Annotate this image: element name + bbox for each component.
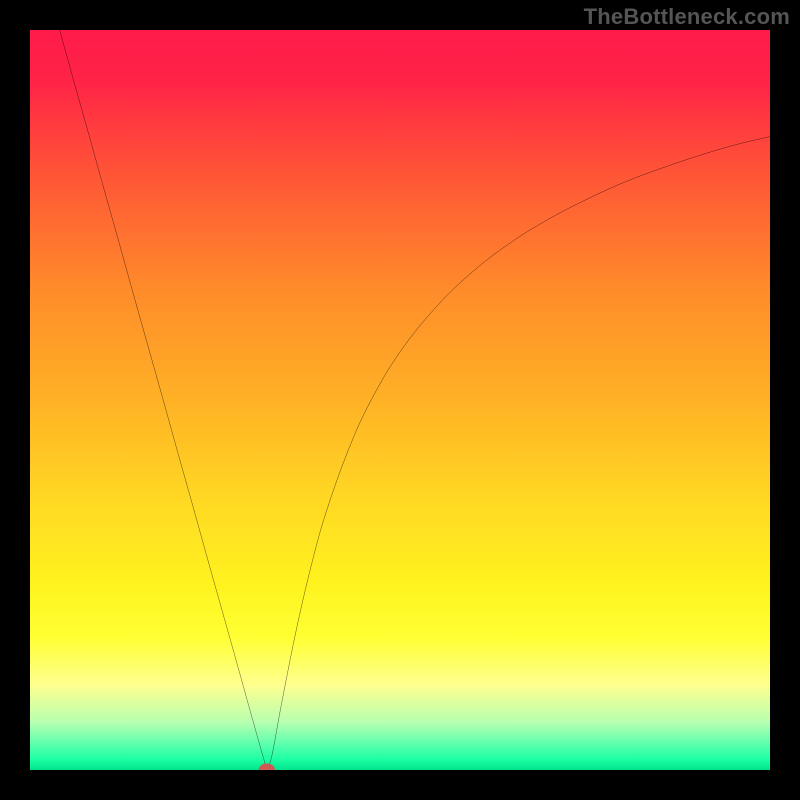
plot-area: [30, 30, 770, 770]
attribution-text: TheBottleneck.com: [584, 4, 790, 30]
gradient-background: [30, 30, 770, 770]
chart-svg: [30, 30, 770, 770]
chart-frame: TheBottleneck.com: [0, 0, 800, 800]
